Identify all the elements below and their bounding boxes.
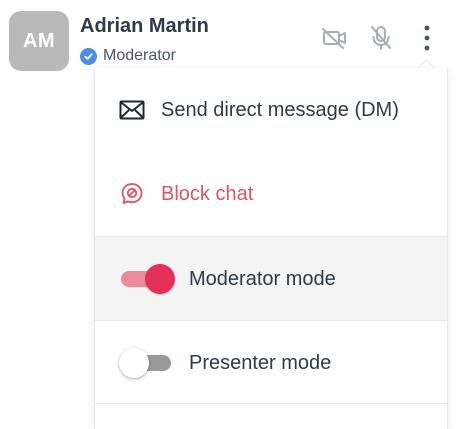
participant-name: Adrian Martin bbox=[80, 15, 209, 37]
moderator-mode-toggle[interactable] bbox=[119, 263, 175, 295]
avatar: AM bbox=[9, 11, 69, 71]
avatar-initials: AM bbox=[22, 29, 56, 52]
send-dm-label: Send direct message (DM) bbox=[161, 98, 399, 121]
toggle-knob bbox=[145, 264, 175, 294]
envelope-icon bbox=[119, 97, 145, 123]
video-off-icon bbox=[321, 26, 349, 55]
participant-panel: AM Adrian Martin Moderator Send direct m… bbox=[0, 0, 466, 429]
menu-item-moderator-mode[interactable]: Moderator mode bbox=[95, 236, 447, 321]
presenter-mode-toggle[interactable] bbox=[119, 347, 175, 379]
block-chat-label: Block chat bbox=[161, 182, 254, 205]
block-chat-icon bbox=[119, 181, 145, 207]
moderator-mode-label: Moderator mode bbox=[189, 267, 336, 290]
presenter-mode-label: Presenter mode bbox=[189, 351, 332, 374]
menu-item-block-chat[interactable]: Block chat bbox=[95, 152, 447, 236]
header-actions bbox=[320, 24, 442, 56]
verified-check-icon bbox=[80, 47, 97, 65]
participant-role: Moderator bbox=[103, 47, 176, 64]
role-row: Moderator bbox=[80, 47, 176, 65]
menu-divider bbox=[95, 403, 447, 404]
participant-options-menu: Send direct message (DM) Block chat Mode… bbox=[94, 68, 448, 429]
menu-item-send-dm[interactable]: Send direct message (DM) bbox=[95, 68, 447, 152]
mic-off-button[interactable] bbox=[366, 24, 396, 56]
video-off-button[interactable] bbox=[320, 24, 350, 56]
mic-off-icon bbox=[369, 24, 393, 57]
toggle-knob bbox=[119, 348, 149, 378]
more-options-button[interactable] bbox=[412, 24, 442, 56]
more-vertical-icon bbox=[422, 24, 432, 57]
menu-item-presenter-mode[interactable]: Presenter mode bbox=[95, 320, 447, 405]
